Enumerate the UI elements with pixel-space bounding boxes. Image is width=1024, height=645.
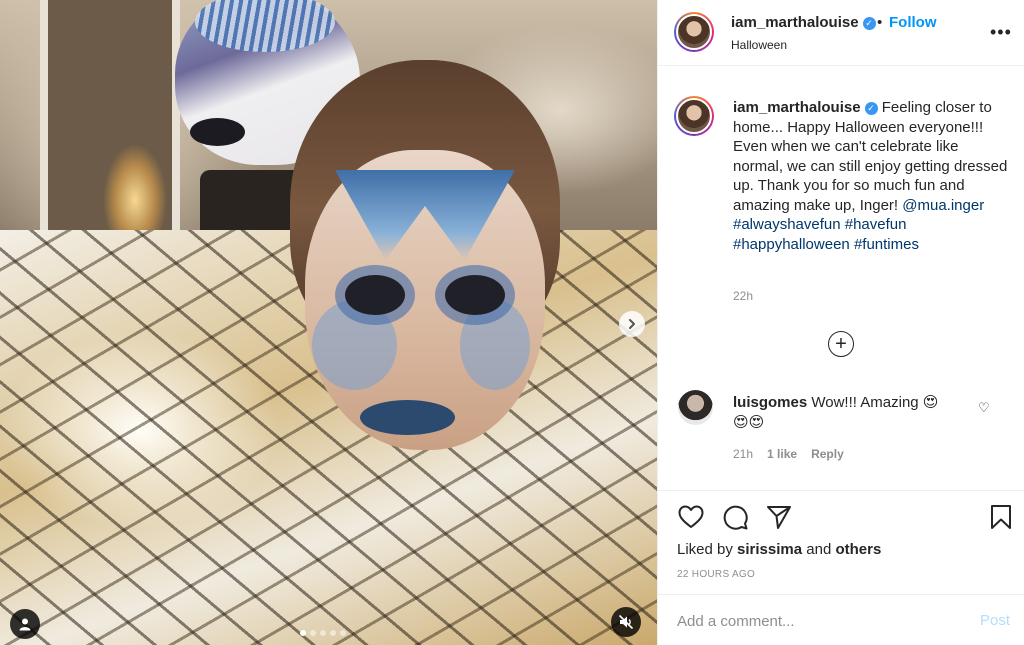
background-person-lips — [190, 118, 245, 146]
plus-circle-icon: + — [835, 333, 847, 355]
tagged-people-button[interactable] — [10, 609, 40, 639]
mute-toggle-button[interactable] — [611, 607, 641, 637]
caption-username[interactable]: iam_marthalouise — [733, 99, 861, 116]
post-actions: Liked by sirissima and others 22 HOURS A… — [658, 490, 1024, 645]
liked-by-user[interactable]: sirissima — [737, 541, 802, 558]
post-media[interactable] — [0, 0, 657, 645]
comment-text: luisgomes Wow!!! Amazing 😍 😍😍 — [733, 393, 973, 432]
liked-by-text: Liked by sirissima and others — [677, 541, 882, 558]
author-username[interactable]: iam_marthalouise ✓ — [731, 14, 876, 31]
follow-button[interactable]: Follow — [889, 14, 937, 31]
carousel-dot — [320, 630, 326, 636]
caption-text: iam_marthalouise ✓ Feeling closer to home… — [733, 98, 1008, 254]
post-comment-button[interactable]: Post — [980, 612, 1010, 629]
comment-like-heart-icon[interactable]: ♡ — [978, 400, 990, 416]
commenter-username[interactable]: luisgomes — [733, 394, 807, 411]
share-paper-plane-icon[interactable] — [765, 503, 793, 531]
carousel-indicator — [300, 630, 346, 636]
caption-hashtag[interactable]: #havefun — [845, 216, 907, 233]
verified-badge-icon: ✓ — [864, 102, 878, 115]
header-separator: • — [877, 14, 883, 31]
carousel-dot — [310, 630, 316, 636]
post-location[interactable]: Halloween — [731, 38, 787, 52]
carousel-dot — [340, 630, 346, 636]
add-comment-input[interactable] — [677, 609, 967, 633]
carousel-dot — [300, 630, 306, 636]
caption-hashtag[interactable]: #funtimes — [854, 236, 919, 253]
front-person-eye-left — [345, 275, 405, 315]
caption-hashtag[interactable]: #alwayshavefun — [733, 216, 841, 233]
verified-badge-icon: ✓ — [862, 17, 876, 30]
front-person-lips — [360, 400, 455, 435]
more-options-button[interactable]: ••• — [990, 22, 1012, 43]
load-more-comments-button[interactable]: + — [828, 331, 854, 357]
add-comment-bar: Post — [658, 594, 1024, 645]
liked-by-others[interactable]: others — [835, 541, 881, 558]
caption-mention[interactable]: @mua.inger — [902, 197, 984, 214]
post-side-panel: iam_marthalouise ✓ • Follow Halloween •••… — [657, 0, 1024, 645]
post-header: iam_marthalouise ✓ • Follow Halloween ••• — [658, 0, 1024, 66]
comment-time[interactable]: 21h — [733, 447, 753, 461]
person-icon — [19, 618, 31, 631]
comment-emoji-line: 😍😍 — [733, 413, 765, 431]
carousel-dot — [330, 630, 336, 636]
comment-body: Wow!!! Amazing 😍 — [811, 394, 939, 411]
speaker-muted-icon — [618, 614, 634, 630]
next-slide-button[interactable] — [619, 311, 645, 337]
bookmark-icon[interactable] — [987, 503, 1015, 531]
commenter-avatar[interactable] — [678, 390, 713, 425]
comment-likes-count[interactable]: 1 like — [767, 447, 797, 461]
caption-hashtag[interactable]: #happyhalloween — [733, 236, 850, 253]
author-avatar[interactable] — [674, 12, 714, 52]
front-person-eye-right — [445, 275, 505, 315]
caption-time[interactable]: 22h — [733, 289, 753, 303]
caption-author-avatar[interactable] — [674, 96, 714, 136]
heart-outline-icon[interactable] — [677, 503, 705, 531]
post-timestamp[interactable]: 22 HOURS AGO — [677, 569, 755, 580]
comment-bubble-icon[interactable] — [721, 503, 749, 531]
chevron-right-icon — [629, 319, 635, 329]
comment-reply-button[interactable]: Reply — [811, 447, 844, 461]
comment-meta: 21h 1 like Reply — [733, 447, 844, 461]
